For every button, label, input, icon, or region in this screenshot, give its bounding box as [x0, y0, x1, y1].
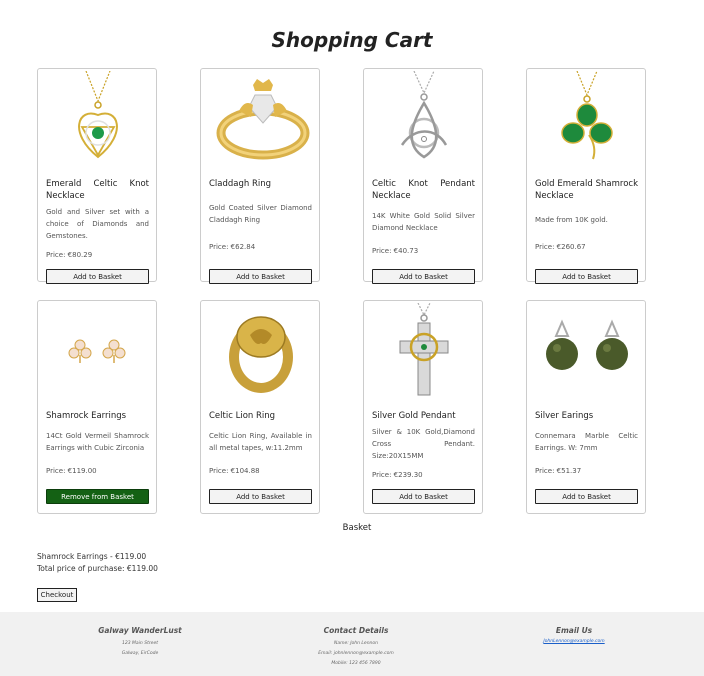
page-title: Shopping Cart: [271, 28, 433, 52]
footer-contact: Contact Details Name: John Lennon Email:…: [306, 626, 406, 669]
add-to-basket-button[interactable]: Add to Basket: [209, 269, 312, 284]
add-to-basket-button[interactable]: Add to Basket: [209, 489, 312, 504]
product-price: Price: €104.88: [209, 467, 260, 475]
product-name: Silver Earings: [535, 411, 594, 421]
product-card-silver-earings: Silver Earings Connemara Marble Celtic E…: [526, 300, 646, 514]
product-card-celtic-lion-ring: Celtic Lion Ring Celtic Lion Ring, Avail…: [200, 300, 320, 514]
marble-earrings-image: [528, 302, 646, 400]
checkout-button[interactable]: Checkout: [37, 588, 77, 602]
footer-brand-title: Galway WanderLust: [98, 626, 182, 635]
product-name: Claddagh Ring: [209, 179, 272, 189]
add-to-basket-button[interactable]: Add to Basket: [535, 489, 638, 504]
product-description: Gold Coated Silver Diamond Claddagh Ring: [209, 204, 312, 224]
product-card-shamrock-earrings: Shamrock Earrings 14Ct Gold Vermeil Sham…: [37, 300, 157, 514]
basket-title: Basket: [342, 523, 372, 533]
product-price: Price: €80.29: [46, 251, 93, 259]
product-description: 14K White Gold Solid Silver Diamond Neck…: [372, 212, 475, 232]
emerald-celtic-knot-necklace-image: [39, 70, 157, 168]
shamrock-earrings-image: [39, 302, 157, 400]
basket-item: Shamrock Earrings - €119.00: [37, 552, 147, 561]
remove-from-basket-button[interactable]: Remove from Basket: [46, 489, 149, 504]
product-price: Price: €40.73: [372, 247, 419, 255]
footer-email-title: Email Us: [555, 626, 593, 635]
add-to-basket-button[interactable]: Add to Basket: [372, 269, 475, 284]
product-description: 14Ct Gold Vermeil Shamrock Earrings with…: [46, 432, 149, 452]
footer-email: Email Us JohnLennon@example.com: [524, 626, 624, 644]
product-card-gold-emerald-shamrock-necklace: Gold Emerald Shamrock Necklace Made from…: [526, 68, 646, 284]
celtic-lion-ring-image: [202, 302, 320, 400]
product-price: Price: €119.00: [46, 467, 97, 475]
add-to-basket-button[interactable]: Add to Basket: [46, 269, 149, 284]
product-card-emerald-celtic-knot-necklace: Emerald Celtic Knot Necklace Gold and Si…: [37, 68, 157, 284]
product-name: Shamrock Earrings: [46, 411, 127, 421]
product-name: Emerald Celtic Knot Necklace: [46, 179, 149, 201]
product-description: Gold and Silver set with a choice of Dia…: [46, 208, 149, 240]
footer-contact-name: Name: John Lennon: [333, 641, 379, 646]
product-name: Gold Emerald Shamrock Necklace: [535, 179, 638, 201]
product-price: Price: €260.67: [535, 243, 586, 251]
footer-email-link[interactable]: JohnLennon@example.com: [524, 639, 624, 644]
claddagh-ring-image: [202, 70, 320, 168]
footer-contact-mobile: Mobile: 123 456 7890: [331, 661, 381, 666]
footer-contact-title: Contact Details: [323, 626, 389, 635]
footer-address-line: 123 Main Street: [122, 641, 158, 646]
product-price: Price: €51.37: [535, 467, 582, 475]
product-description: Silver & 10K Gold,Diamond Cross Pendant.…: [372, 428, 475, 460]
footer: Galway WanderLust 123 Main Street Galway…: [0, 612, 704, 676]
product-card-claddagh-ring: Claddagh Ring Gold Coated Silver Diamond…: [200, 68, 320, 284]
footer-address-line: Galway, EirCode: [121, 651, 159, 656]
cross-pendant-image: [365, 302, 483, 400]
product-name: Celtic Knot Pendant Necklace: [372, 179, 475, 201]
basket-total: Total price of purchase: €119.00: [37, 564, 158, 573]
product-price: Price: €62.84: [209, 243, 256, 251]
product-card-celtic-knot-pendant-necklace: Celtic Knot Pendant Necklace 14K White G…: [363, 68, 483, 284]
product-price: Price: €239.30: [372, 471, 423, 479]
product-name: Celtic Lion Ring: [209, 411, 276, 421]
footer-brand: Galway WanderLust 123 Main Street Galway…: [90, 626, 190, 659]
product-description: Celtic Lion Ring, Available in all metal…: [209, 432, 312, 452]
product-name: Silver Gold Pendant: [372, 411, 456, 421]
add-to-basket-button[interactable]: Add to Basket: [372, 489, 475, 504]
product-description: Connemara Marble Celtic Earrings. W: 7mm: [535, 432, 638, 452]
product-card-silver-gold-pendant: Silver Gold Pendant Silver & 10K Gold,Di…: [363, 300, 483, 514]
product-description: Made from 10K gold.: [535, 216, 608, 224]
add-to-basket-button[interactable]: Add to Basket: [535, 269, 638, 284]
footer-contact-email: Email: johnlennon@example.com: [318, 651, 394, 656]
celtic-knot-pendant-image: [365, 70, 483, 168]
shamrock-necklace-image: [528, 70, 646, 168]
